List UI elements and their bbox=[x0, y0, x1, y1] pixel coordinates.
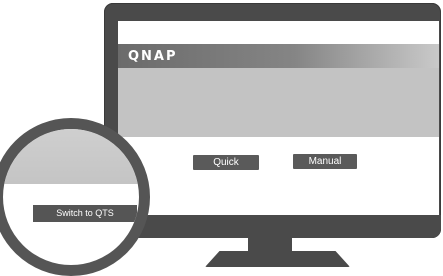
qnap-logo: QNAP bbox=[128, 49, 178, 64]
magnifier-circle: Switch to QTS bbox=[0, 118, 150, 276]
monitor-stand-base bbox=[205, 251, 350, 267]
content-panel bbox=[118, 68, 439, 137]
magnified-panel bbox=[3, 129, 139, 184]
title-bar bbox=[118, 21, 439, 44]
switch-to-qts-button[interactable]: Switch to QTS bbox=[33, 205, 137, 222]
lower-panel bbox=[118, 137, 439, 215]
monitor-stand-neck bbox=[248, 238, 292, 252]
monitor-chin bbox=[104, 215, 441, 238]
monitor-screen: QNAP Quick Manual bbox=[118, 21, 439, 215]
manual-button[interactable]: Manual bbox=[293, 154, 357, 169]
quick-button[interactable]: Quick bbox=[193, 155, 259, 170]
